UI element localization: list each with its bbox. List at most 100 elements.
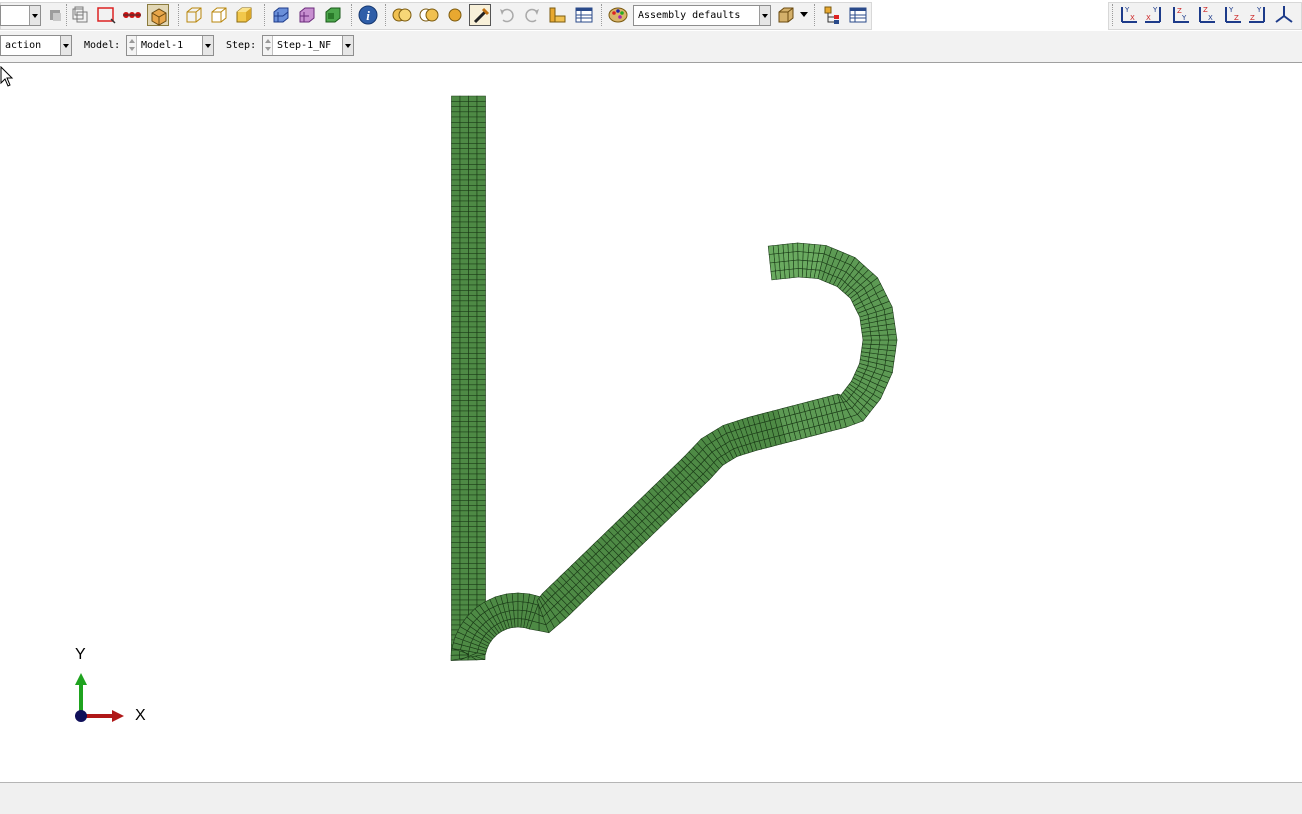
- view-yx-icon[interactable]: YX: [1143, 4, 1165, 26]
- mesh-element: [459, 599, 469, 606]
- mesh-element: [468, 379, 478, 386]
- spinner-icon[interactable]: [263, 36, 273, 55]
- mesh-green-icon[interactable]: [322, 4, 344, 26]
- model-combo[interactable]: Model-1: [126, 35, 214, 56]
- view-xz-icon[interactable]: YZ: [1247, 4, 1269, 26]
- mesh-element: [451, 389, 461, 396]
- mesh-element: [797, 259, 804, 270]
- mesh-element: [476, 127, 486, 134]
- mesh-element: [468, 541, 478, 548]
- mesh-element: [451, 505, 461, 512]
- mesh-element: [451, 452, 461, 459]
- node-select-icon[interactable]: [120, 4, 142, 26]
- mesh-element: [459, 111, 469, 118]
- mesh-element: [459, 216, 469, 223]
- mesh-element: [476, 536, 486, 543]
- view-yz-icon[interactable]: ZY: [1169, 4, 1191, 26]
- spinner-icon[interactable]: [127, 36, 137, 55]
- module-select[interactable]: [0, 5, 41, 26]
- part-mesh[interactable]: [0, 64, 1302, 782]
- box-select-icon[interactable]: [95, 4, 117, 26]
- tree-view-icon[interactable]: [821, 4, 843, 26]
- mesh-element: [451, 410, 461, 417]
- mesh-element: [451, 179, 461, 186]
- color-code-select[interactable]: Assembly defaults: [633, 5, 771, 26]
- mesh-element: [459, 499, 469, 506]
- view-iso-icon[interactable]: [1273, 4, 1295, 26]
- view-zx-icon[interactable]: YZ: [1221, 4, 1243, 26]
- display-group-icon[interactable]: [775, 4, 797, 26]
- mesh-element: [459, 505, 469, 512]
- undo-icon[interactable]: [496, 4, 518, 26]
- mesh-element: [468, 468, 478, 475]
- select-all-icon[interactable]: [70, 4, 92, 26]
- chevron-down-icon[interactable]: [342, 36, 353, 55]
- boolean-intersect-icon[interactable]: [418, 4, 440, 26]
- mesh-element: [468, 206, 478, 212]
- mesh-element: [459, 248, 469, 254]
- mesh-element: [451, 300, 461, 307]
- mesh-element: [870, 339, 881, 346]
- sphere-icon[interactable]: [444, 4, 466, 26]
- mesh-element: [476, 510, 486, 517]
- mesh-element: [468, 279, 478, 286]
- table-tool-icon[interactable]: [573, 4, 595, 26]
- mesh-element: [476, 368, 486, 375]
- mesh-element: [476, 473, 486, 480]
- mesh-element: [476, 185, 486, 191]
- redo-icon[interactable]: [521, 4, 543, 26]
- view-zy-icon[interactable]: ZX: [1195, 4, 1217, 26]
- mesh-blue-icon[interactable]: [270, 4, 292, 26]
- mesh-element: [451, 253, 461, 260]
- step-combo[interactable]: Step-1_NF: [262, 35, 354, 56]
- mesh-element: [476, 122, 486, 128]
- mesh-element: [451, 421, 461, 428]
- main-toolbar: i Assembly defaults Y X Y X Z Y Z X Y Z …: [0, 0, 1302, 31]
- selection-filter-icon[interactable]: [147, 4, 169, 26]
- mesh-element: [476, 447, 486, 454]
- mesh-element: [459, 221, 469, 228]
- view-xy-icon[interactable]: YX: [1117, 4, 1139, 26]
- chevron-down-icon[interactable]: [759, 6, 770, 25]
- wireframe-icon[interactable]: [183, 4, 205, 26]
- mesh-purple-icon[interactable]: [296, 4, 318, 26]
- mesh-element: [476, 232, 486, 239]
- chevron-down-icon[interactable]: [29, 6, 40, 25]
- mesh-element: [476, 457, 486, 464]
- mesh-element: [468, 179, 478, 186]
- mesh-element: [451, 258, 461, 265]
- mesh-element: [514, 618, 519, 628]
- mesh-element: [459, 268, 469, 275]
- mesh-element: [476, 400, 486, 407]
- query-tool-icon[interactable]: [469, 4, 491, 26]
- mesh-element: [459, 526, 469, 533]
- mesh-element: [451, 211, 461, 218]
- mesh-element: [451, 499, 461, 506]
- graphics-viewport[interactable]: Y X: [0, 64, 1302, 782]
- mesh-element: [459, 179, 469, 186]
- mesh-element: [476, 200, 486, 207]
- shaded-icon[interactable]: [233, 4, 255, 26]
- mesh-element: [451, 515, 461, 522]
- mesh-element: [783, 252, 790, 262]
- report-table-icon[interactable]: [847, 4, 869, 26]
- hidden-line-icon[interactable]: [208, 4, 230, 26]
- mesh-element: [459, 289, 469, 296]
- mesh-element: [459, 442, 469, 449]
- chevron-down-icon[interactable]: [60, 36, 71, 55]
- mesh-element: [459, 389, 469, 396]
- align-tool-icon[interactable]: [547, 4, 569, 26]
- boolean-union-icon[interactable]: [391, 4, 413, 26]
- chevron-down-icon[interactable]: [800, 12, 808, 17]
- color-palette-icon[interactable]: [607, 4, 629, 26]
- mesh-element: [459, 368, 469, 375]
- mesh-element: [476, 478, 486, 485]
- mesh-element: [476, 326, 486, 333]
- mesh-element: [451, 552, 461, 559]
- cancel-icon[interactable]: [44, 4, 66, 26]
- mesh-element: [468, 484, 478, 491]
- info-icon[interactable]: i: [357, 4, 379, 26]
- chevron-down-icon[interactable]: [202, 36, 213, 55]
- mesh-element: [476, 552, 486, 559]
- module-combo[interactable]: action: [0, 35, 72, 56]
